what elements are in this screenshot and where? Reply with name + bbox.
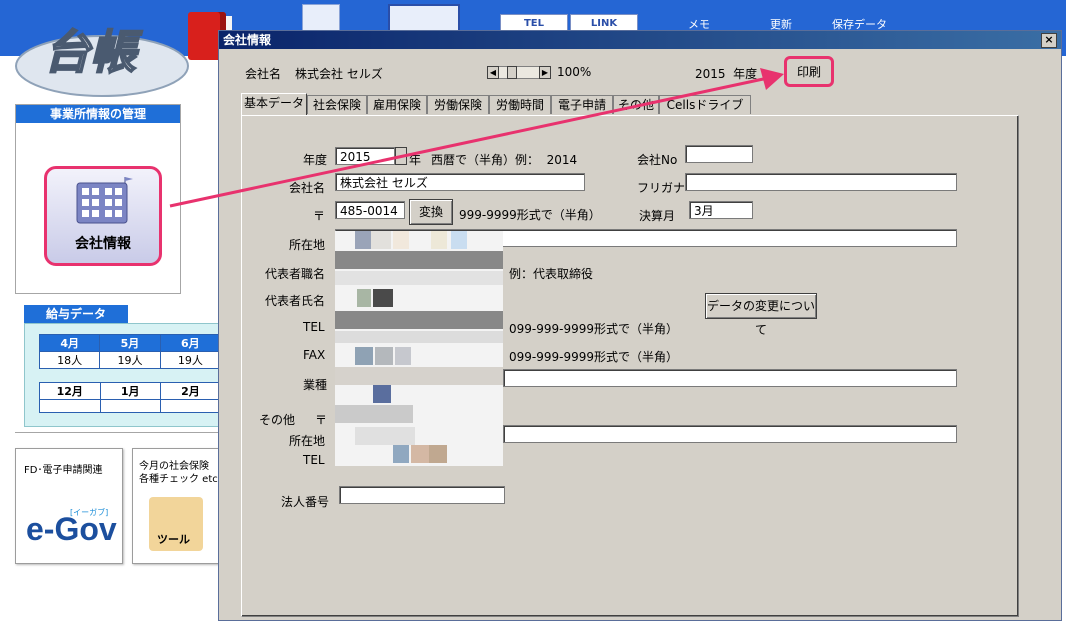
rep-title-hint: 例：代表取締役 [509,267,594,281]
egov-card-title: FD･電子申請関連 [24,465,103,476]
company-no-label: 会社No [637,153,678,167]
fax-label: FAX [303,348,326,362]
month-count: 19人 [99,351,161,369]
scroll-thumb[interactable] [507,66,517,79]
tab-employment-insurance[interactable]: 雇用保険 [367,95,427,114]
month-count [99,399,161,413]
salary-data-panel: 4月 5月 6月 18人 19人 19人 12月 1月 2月 [24,323,222,427]
corp-number-label: 法人番号 [281,495,330,509]
office-info-title: 事業所情報の管理 [16,105,180,123]
industry-label: 業種 [303,378,328,392]
salary-table-top: 4月 5月 6月 18人 19人 19人 [38,334,222,369]
tab-labor-insurance[interactable]: 労働保険 [427,95,489,114]
header-company-label: 会社名 [245,67,282,81]
furigana-input[interactable] [685,173,957,191]
month-count: 19人 [159,351,222,369]
svg-text:台帳: 台帳 [44,25,143,79]
zip-label: 〒 [313,209,326,223]
dialog-titlebar: 会社情報 × [219,31,1061,49]
tab-cells-drive[interactable]: Cellsドライブ [659,95,751,114]
company-name-label: 会社名 [289,181,326,195]
fax-hint: 099-999-9999形式で（半角） [509,350,679,364]
year-spinner[interactable] [395,147,407,165]
tab-other[interactable]: その他 [613,95,659,114]
fiscal-month-input[interactable]: 3月 [689,201,753,219]
zip-hint: 999-9999形式で（半角） [459,208,601,222]
month-header[interactable]: 6月 [159,334,222,352]
furigana-label: フリガナ [637,181,686,195]
tools-icon: ツール [149,497,203,551]
app-logo: 台帳 [15,24,189,97]
year-hint: 西暦で（半角）例： 2014 [431,153,578,167]
industry-input[interactable] [503,369,957,387]
scroll-track[interactable] [499,66,539,79]
tab-working-hours[interactable]: 労働時間 [489,95,551,114]
company-name-input[interactable]: 株式会社 セルズ [335,173,585,191]
month-header[interactable]: 1月 [99,382,161,400]
company-info-label: 会社情報 [75,236,131,252]
other-label: その他 [259,413,296,427]
month-header[interactable]: 12月 [39,382,101,400]
zoom-level: 100% [557,65,592,79]
month-count: 18人 [38,351,101,369]
company-no-input[interactable] [685,145,753,163]
header-company-value: 株式会社 セルズ [295,67,383,81]
fiscal-month-label: 決算月 [639,209,676,223]
year-input[interactable]: 2015 [335,147,395,165]
data-change-info-button[interactable]: データの変更について [705,293,817,337]
month-count [159,399,222,413]
egov-card[interactable]: FD･電子申請関連 [イーガブ] e-Gov [15,448,123,564]
other-zip-label: 〒 [315,413,328,427]
rep-name-label: 代表者氏名 [265,294,326,308]
print-highlight: 印刷 [784,56,834,87]
scroll-left-icon[interactable]: ◀ [487,66,499,79]
other-tel-label: TEL [303,453,325,467]
building-icon [76,177,133,224]
redacted-area [335,231,503,466]
tel-hint: 099-999-9999形式で（半角） [509,322,679,336]
month-header[interactable]: 2月 [159,382,222,400]
other-address-label: 所在地 [289,434,326,448]
dialog-title: 会社情報 [223,33,272,47]
egov-logo: e-Gov [26,511,117,547]
convert-button[interactable]: 変換 [409,199,453,225]
other-address-input[interactable] [503,425,957,443]
company-info-button[interactable]: 会社情報 [44,166,162,266]
zoom-scrollbar[interactable]: ◀ ▶ [487,66,551,79]
scroll-right-icon[interactable]: ▶ [539,66,551,79]
close-button[interactable]: × [1041,33,1057,48]
zip-input[interactable]: 485-0014 [335,201,405,219]
year-label: 年度 [303,153,328,167]
salary-table-bottom: 12月 1月 2月 [39,382,222,413]
tab-basic-data[interactable]: 基本データ [241,93,307,115]
tab-social-insurance[interactable]: 社会保険 [307,95,367,114]
tools-card[interactable]: 今月の社会保険 各種チェック etc ツール [132,448,220,564]
corp-number-input[interactable] [339,486,505,504]
month-header[interactable]: 4月 [38,334,101,352]
year-unit: 年 [409,153,422,167]
month-count [39,399,101,413]
print-button[interactable]: 印刷 [791,62,827,82]
tel-label: TEL [303,320,325,334]
tab-e-application[interactable]: 電子申請 [551,95,613,114]
year-display: 2015 年度 [695,67,758,81]
month-header[interactable]: 5月 [99,334,161,352]
address-label: 所在地 [289,238,326,252]
salary-data-title: 給与データ [24,305,128,323]
rep-title-label: 代表者職名 [265,267,326,281]
company-info-dialog: 会社情報 × 会社名 株式会社 セルズ ◀ ▶ 100% 2015 年度 印刷 … [218,30,1062,621]
tools-line2: 各種チェック etc [139,474,218,485]
divider [15,432,218,433]
tools-label: ツール [157,533,190,546]
